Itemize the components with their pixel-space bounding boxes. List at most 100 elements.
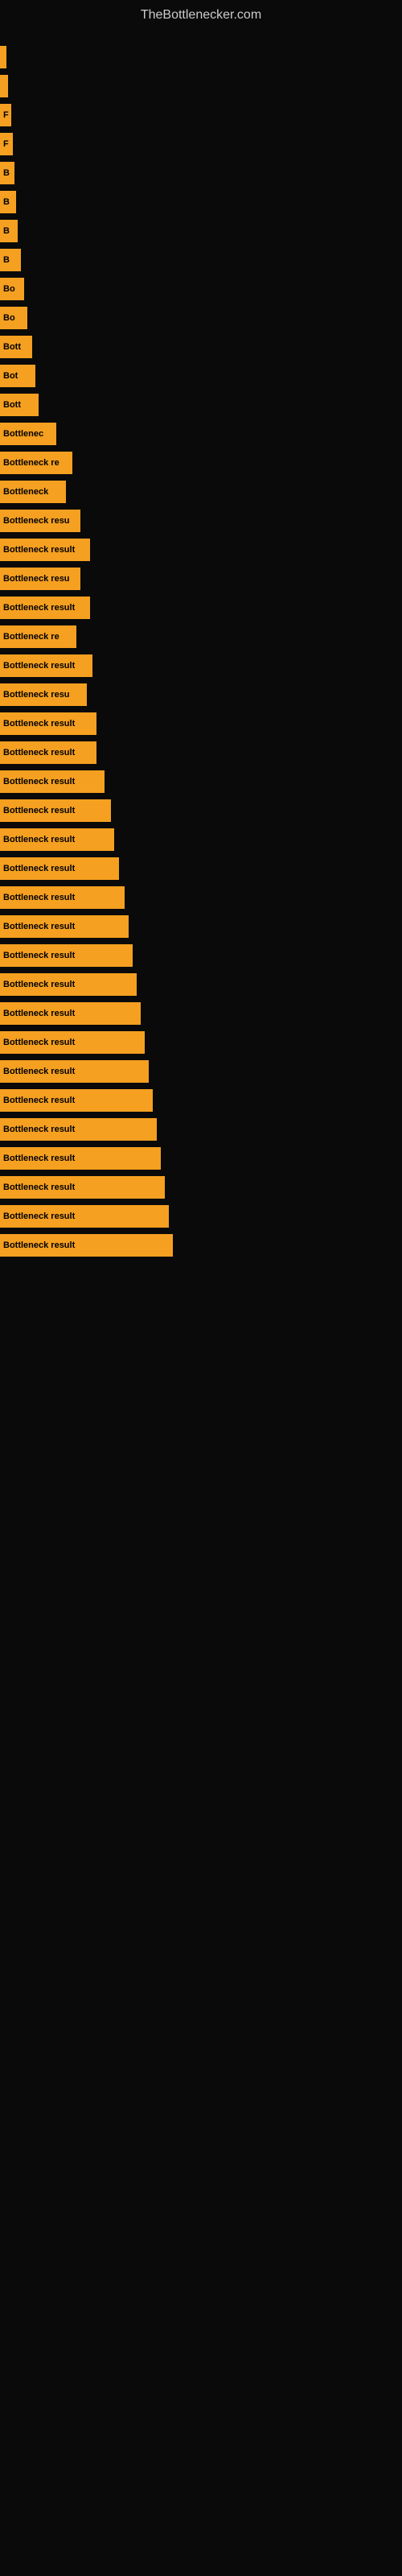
bar-label: Bottleneck resu: [3, 690, 70, 700]
bar-label: Bottleneck result: [3, 777, 75, 786]
bar-label: Bottleneck result: [3, 1183, 75, 1192]
bar-row: B: [0, 246, 402, 275]
bar: Bottleneck resu: [0, 683, 87, 706]
bar-row: [0, 72, 402, 101]
bar-label: B: [3, 255, 10, 265]
bar: B: [0, 220, 18, 242]
bar-row: Bo: [0, 303, 402, 332]
bar: [0, 75, 8, 97]
bar: Bottleneck result: [0, 597, 90, 619]
bar-row: Bottleneck resu: [0, 506, 402, 535]
bar: Bottleneck result: [0, 1205, 169, 1228]
bar-label: Bot: [3, 371, 18, 381]
bar-row: Bottleneck re: [0, 448, 402, 477]
bar: Bottleneck resu: [0, 510, 80, 532]
bar-row: Bottleneck result: [0, 912, 402, 941]
bar: Bottleneck result: [0, 654, 92, 677]
bar-label: Bottleneck re: [3, 632, 59, 642]
bar-label: Bottleneck re: [3, 458, 59, 468]
bar-label: Bott: [3, 400, 21, 410]
bar: B: [0, 162, 14, 184]
bar-label: Bottleneck result: [3, 1067, 75, 1076]
bar-label: B: [3, 197, 10, 207]
bar-row: Bottleneck result: [0, 1231, 402, 1260]
bar: F: [0, 104, 11, 126]
bar: Bott: [0, 394, 39, 416]
bar: Bot: [0, 365, 35, 387]
bar-row: Bottleneck result: [0, 709, 402, 738]
bar-row: Bottleneck resu: [0, 564, 402, 593]
bar-label: Bottleneck result: [3, 864, 75, 873]
bar-label: B: [3, 168, 10, 178]
bar-row: B: [0, 188, 402, 217]
bar: Bottleneck result: [0, 1234, 173, 1257]
bar: Bottleneck resu: [0, 568, 80, 590]
bar-label: Bottleneck result: [3, 545, 75, 555]
bar-row: Bottleneck result: [0, 738, 402, 767]
bar-label: Bottleneck result: [3, 603, 75, 613]
bar-row: B: [0, 159, 402, 188]
bars-container: F F B B B B Bo Bo Bott Bot Bott Bottlenec Bottleneck…: [0, 27, 402, 1260]
bar-row: Bottleneck result: [0, 825, 402, 854]
bar: Bottleneck result: [0, 741, 96, 764]
bar-label: Bottleneck result: [3, 806, 75, 815]
bar-label: Bottleneck resu: [3, 574, 70, 584]
bar: Bottleneck result: [0, 1002, 141, 1025]
bar-label: Bottleneck result: [3, 922, 75, 931]
bar-label: Bott: [3, 342, 21, 352]
site-title: TheBottlenecker.com: [0, 0, 402, 27]
bar-row: Bottleneck result: [0, 1115, 402, 1144]
bar-label: Bottleneck: [3, 487, 48, 497]
bar-label: Bottleneck result: [3, 1009, 75, 1018]
bar: Bottleneck result: [0, 539, 90, 561]
bar-row: Bottleneck result: [0, 535, 402, 564]
bar-label: Bottleneck result: [3, 1125, 75, 1134]
bar-row: Bott: [0, 390, 402, 419]
bar: [0, 46, 6, 68]
bar: Bottleneck result: [0, 1147, 161, 1170]
bar-label: Bo: [3, 284, 15, 294]
bar-label: B: [3, 226, 10, 236]
bar-row: Bottlenec: [0, 419, 402, 448]
bar: Bottleneck result: [0, 799, 111, 822]
bar: B: [0, 191, 16, 213]
bar-label: Bo: [3, 313, 15, 323]
bar: Bottleneck result: [0, 712, 96, 735]
bar-label: Bottleneck result: [3, 893, 75, 902]
bar: Bottleneck result: [0, 1060, 149, 1083]
bar-row: Bottleneck result: [0, 651, 402, 680]
bar: B: [0, 249, 21, 271]
bar: Bott: [0, 336, 32, 358]
bar-row: Bottleneck result: [0, 1173, 402, 1202]
bar: F: [0, 133, 13, 155]
bar-row: Bottleneck result: [0, 767, 402, 796]
bar-row: [0, 43, 402, 72]
bar-row: Bottleneck result: [0, 1057, 402, 1086]
bar: Bottleneck result: [0, 1118, 157, 1141]
bar-label: Bottleneck result: [3, 835, 75, 844]
bar-row: Bottleneck result: [0, 593, 402, 622]
bar-label: Bottlenec: [3, 429, 43, 439]
bar-row: Bott: [0, 332, 402, 361]
bar-row: B: [0, 217, 402, 246]
bar-label: Bottleneck resu: [3, 516, 70, 526]
bar-label: Bottleneck result: [3, 1212, 75, 1221]
bar: Bottlenec: [0, 423, 56, 445]
bar-label: Bottleneck result: [3, 1038, 75, 1047]
bar-label: F: [3, 139, 9, 149]
bar-row: Bo: [0, 275, 402, 303]
bar-label: Bottleneck result: [3, 1241, 75, 1250]
site-title-text: TheBottlenecker.com: [0, 0, 402, 27]
bar-row: F: [0, 130, 402, 159]
bar-row: Bottleneck result: [0, 1028, 402, 1057]
bar: Bottleneck result: [0, 1031, 145, 1054]
bar: Bottleneck result: [0, 915, 129, 938]
bar-label: F: [3, 110, 9, 120]
bar: Bottleneck result: [0, 886, 125, 909]
bar: Bottleneck result: [0, 944, 133, 967]
bar: Bottleneck result: [0, 1176, 165, 1199]
bar: Bottleneck re: [0, 452, 72, 474]
bar-label: Bottleneck result: [3, 719, 75, 729]
bar: Bottleneck result: [0, 1089, 153, 1112]
bar-row: Bottleneck result: [0, 854, 402, 883]
